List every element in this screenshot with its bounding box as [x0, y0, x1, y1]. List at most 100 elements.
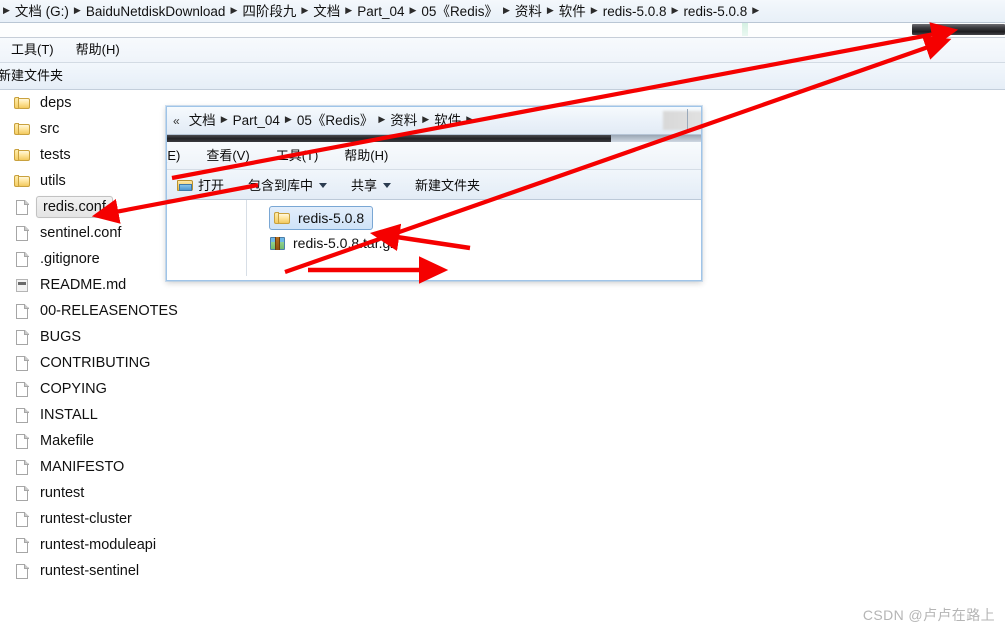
chevron-down-icon — [383, 183, 392, 188]
breadcrumb-separator-icon: ▶ — [671, 4, 679, 15]
document-icon — [14, 251, 31, 267]
breadcrumb-item-1[interactable]: BaiduNetdiskDownload — [82, 0, 230, 22]
list-item[interactable]: BUGS — [0, 324, 1005, 350]
file-name: Makefile — [40, 433, 94, 449]
menu-item-view[interactable]: 查看(V) — [193, 142, 262, 169]
breadcrumb-separator-icon: ▶ — [345, 4, 353, 15]
back-chevron-icon[interactable]: « — [173, 114, 185, 128]
breadcrumb-item-3[interactable]: 文档 — [309, 0, 344, 22]
share-button[interactable]: 共享 — [337, 170, 401, 199]
file-name: CONTRIBUTING — [40, 355, 151, 371]
file-name: runtest — [40, 485, 85, 501]
breadcrumb-separator-icon: ▶ — [301, 4, 309, 15]
document-icon — [14, 329, 31, 345]
list-item[interactable]: COPYING — [0, 376, 1005, 402]
menu-item-help[interactable]: 帮助(H) — [331, 142, 401, 169]
document-icon — [14, 355, 31, 371]
file-name: utils — [40, 173, 66, 189]
file-name: COPYING — [40, 381, 107, 397]
list-item[interactable]: runtest — [0, 480, 1005, 506]
breadcrumb-item-8[interactable]: redis-5.0.8 — [599, 0, 671, 22]
document-icon — [14, 485, 31, 501]
inner-breadcrumb-item-1[interactable]: Part_04 — [229, 109, 284, 132]
breadcrumb-item-5[interactable]: 05《Redis》 — [417, 0, 502, 22]
chevron-down-icon[interactable] — [699, 125, 701, 129]
file-name: redis-5.0.8 — [298, 210, 365, 226]
inner-explorer-window[interactable]: « 文档 ▶ Part_04 ▶ 05《Redis》 ▶ 资料 ▶ 软件 ▶ (… — [166, 106, 702, 281]
inner-breadcrumb-item-3[interactable]: 资料 — [386, 109, 421, 132]
breadcrumb-separator-icon: ▶ — [466, 114, 474, 124]
breadcrumb-item-7[interactable]: 软件 — [555, 0, 590, 22]
document-icon — [14, 511, 31, 527]
list-item[interactable]: runtest-sentinel — [0, 558, 1005, 584]
breadcrumb-separator-icon: ▶ — [220, 114, 228, 124]
breadcrumb-item-9[interactable]: redis-5.0.8 — [679, 0, 751, 22]
document-icon — [14, 199, 31, 215]
list-item-redis-508-folder[interactable]: redis-5.0.8 — [269, 206, 374, 230]
menu-item-tools[interactable]: 工具(T) — [263, 142, 332, 169]
outer-address-breadcrumb[interactable]: ▶ 文档 (G:) ▶ BaiduNetdiskDownload ▶ 四阶段九 … — [0, 0, 1005, 23]
document-icon — [14, 537, 31, 553]
folder-icon — [14, 147, 31, 163]
file-name: redis-5.0.8.tar.gz — [293, 235, 398, 251]
file-name: src — [40, 121, 60, 137]
file-name: MANIFESTO — [40, 459, 125, 475]
folder-icon — [14, 173, 31, 189]
inner-breadcrumb-item-2[interactable]: 05《Redis》 — [293, 109, 378, 132]
file-name: deps — [40, 95, 72, 111]
open-button[interactable]: 打开 — [167, 170, 234, 199]
breadcrumb-item-2[interactable]: 四阶段九 — [238, 0, 300, 22]
file-name: README.md — [40, 277, 127, 293]
list-item[interactable]: 00-RELEASENOTES — [0, 298, 1005, 324]
inner-breadcrumb-item-4[interactable]: 软件 — [430, 109, 465, 132]
file-name: INSTALL — [40, 407, 98, 423]
address-divider — [687, 109, 688, 133]
folder-icon — [274, 210, 291, 226]
breadcrumb-separator-icon: ▶ — [230, 4, 238, 15]
folder-icon — [14, 121, 31, 137]
menu-item-help[interactable]: 帮助(H) — [65, 38, 131, 62]
list-item-redis-508-targz[interactable]: redis-5.0.8.tar.gz — [269, 231, 701, 255]
breadcrumb-item-6[interactable]: 资料 — [511, 0, 546, 22]
document-icon — [14, 407, 31, 423]
file-name: runtest-sentinel — [40, 563, 140, 579]
list-item[interactable]: Makefile — [0, 428, 1005, 454]
document-icon — [14, 563, 31, 579]
menu-item-edit[interactable]: (E) — [167, 142, 193, 169]
folder-icon — [14, 95, 31, 111]
breadcrumb-item-0[interactable]: 文档 (G:) — [11, 0, 73, 22]
dark-overlay-bar — [912, 24, 1005, 35]
inner-toolbar: 打开 包含到库中 共享 新建文件夹 — [167, 170, 701, 200]
folder-open-icon — [177, 177, 194, 193]
file-name: redis.conf — [36, 196, 113, 218]
breadcrumb-separator-icon: ▶ — [546, 4, 554, 15]
menu-item-tools[interactable]: 工具(T) — [0, 38, 65, 62]
inner-window-body: redis-5.0.8 redis-5.0.8.tar.gz — [167, 200, 701, 276]
list-item[interactable]: runtest-cluster — [0, 506, 1005, 532]
inner-dark-strip-light-end — [611, 135, 701, 142]
list-item[interactable]: runtest-moduleapi — [0, 532, 1005, 558]
csdn-watermark: CSDN @卢卢在路上 — [862, 607, 995, 623]
inner-navigation-pane[interactable] — [167, 200, 247, 276]
list-item[interactable]: INSTALL — [0, 402, 1005, 428]
document-icon — [14, 225, 31, 241]
inner-address-breadcrumb[interactable]: « 文档 ▶ Part_04 ▶ 05《Redis》 ▶ 资料 ▶ 软件 ▶ — [167, 107, 701, 135]
new-folder-button[interactable]: 新建文件夹 — [401, 170, 490, 199]
breadcrumb-separator-icon: ▶ — [422, 114, 430, 124]
inner-dark-strip — [167, 135, 701, 142]
include-in-library-label: 包含到库中 — [248, 178, 314, 193]
file-name: runtest-cluster — [40, 511, 132, 527]
breadcrumb-separator-icon: ▶ — [752, 4, 760, 15]
outer-explorer-window: ▶ 文档 (G:) ▶ BaiduNetdiskDownload ▶ 四阶段九 … — [0, 0, 1005, 630]
inner-file-list[interactable]: redis-5.0.8 redis-5.0.8.tar.gz — [247, 200, 701, 276]
include-in-library-button[interactable]: 包含到库中 — [234, 170, 337, 199]
breadcrumb-separator-icon: ▶ — [73, 4, 81, 15]
document-icon — [14, 459, 31, 475]
list-item[interactable]: MANIFESTO — [0, 454, 1005, 480]
breadcrumb-item-4[interactable]: Part_04 — [353, 0, 408, 22]
inner-breadcrumb-item-0[interactable]: 文档 — [185, 109, 220, 132]
archive-icon — [269, 235, 286, 251]
new-folder-button[interactable]: 新建文件夹 — [0, 63, 63, 89]
list-item[interactable]: CONTRIBUTING — [0, 350, 1005, 376]
document-icon — [14, 381, 31, 397]
